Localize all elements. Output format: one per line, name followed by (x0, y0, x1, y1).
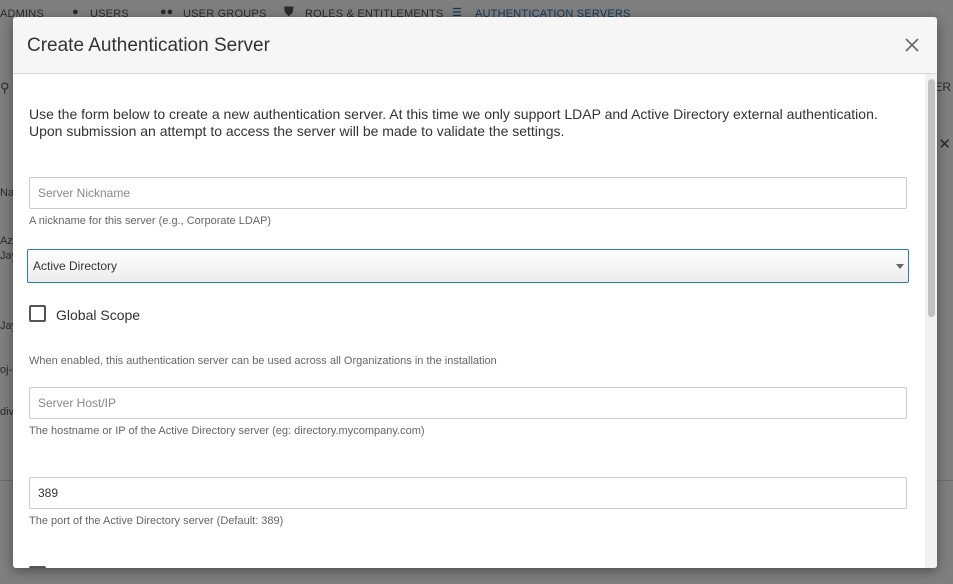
server-nickname-input[interactable] (29, 177, 907, 209)
intro-text: Use the form below to create a new authe… (29, 106, 909, 140)
caret-down-icon (896, 264, 904, 269)
server-type-select[interactable]: Active Directory (27, 249, 909, 283)
close-button[interactable] (902, 35, 922, 55)
create-auth-server-dialog: Create Authentication Server Use the for… (13, 17, 937, 568)
intro-line: Upon submission an attempt to access the… (29, 123, 565, 139)
nickname-help-text: A nickname for this server (e.g., Corpor… (29, 215, 272, 227)
global-scope-checkbox[interactable] (29, 305, 46, 322)
dialog-header: Create Authentication Server (13, 17, 937, 74)
host-help-text: The hostname or IP of the Active Directo… (29, 425, 425, 437)
server-type-selected: Active Directory (33, 259, 118, 273)
port-help-text: The port of the Active Directory server … (29, 515, 284, 527)
server-port-input[interactable] (29, 477, 907, 509)
scrollbar-thumb[interactable] (928, 79, 935, 317)
global-scope-label[interactable]: Global Scope (56, 307, 140, 323)
dialog-title: Create Authentication Server (27, 35, 270, 56)
dialog-body: Use the form below to create a new authe… (13, 74, 925, 568)
global-scope-help-text: When enabled, this authentication server… (29, 355, 497, 367)
server-host-input[interactable] (29, 387, 907, 419)
close-icon (905, 38, 919, 52)
intro-line: Use the form below to create a new authe… (29, 106, 878, 122)
partial-checkbox[interactable] (29, 566, 46, 568)
